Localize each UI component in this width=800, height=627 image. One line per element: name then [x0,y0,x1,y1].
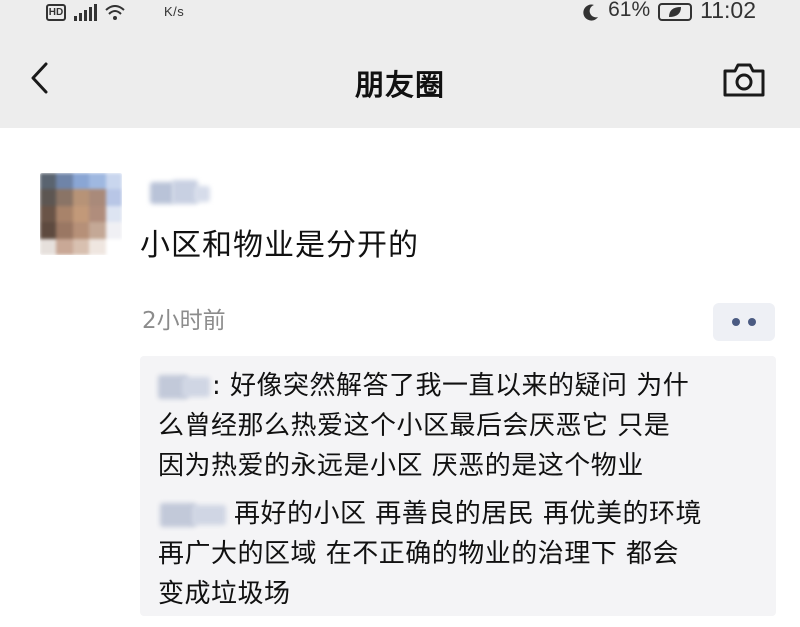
comment-line: 好像突然解答了我一直以来的疑问 为什 [230,371,690,401]
camera-icon[interactable] [722,62,766,98]
blur-block [194,186,210,202]
avatar[interactable] [40,173,122,255]
battery-percent: 61% [608,0,651,21]
blur-block [160,502,196,527]
comment-line: 因为热爱的永远是小区 厌恶的是这个物业 [158,451,644,481]
status-clock: 11:02 [700,0,756,23]
battery-icon [658,3,693,21]
more-dot [748,318,756,326]
comment-separator: : [212,371,231,401]
status-left: HD [46,0,125,21]
comment-line: 变成垃圾场 [158,579,291,609]
do-not-disturb-icon [583,4,599,21]
nav-bar: 朋友圈 [0,24,800,128]
comments-box: : 好像突然解答了我一直以来的疑问 为什 么曾经那么热爱这个小区最后会厌恶它 只… [140,356,776,616]
avatar-pixelated-image [40,173,122,255]
more-actions-button[interactable] [713,303,775,341]
comment-line: 再好的小区 再善良的居民 再优美的环境 [234,499,703,529]
status-right: 61% 11:02 [582,0,756,23]
hd-badge: HD [46,4,66,21]
more-dot [732,318,740,326]
post-time: 2小时前 [142,308,226,334]
wifi-icon [105,5,125,20]
power-saving-leaf-icon [669,7,682,17]
comment-item[interactable]: 再好的小区 再善良的居民 再优美的环境 再广大的区域 在不正确的物业的治理下 都… [158,494,768,614]
network-speed: K/s [164,4,185,19]
comment-item[interactable]: : 好像突然解答了我一直以来的疑问 为什 么曾经那么热爱这个小区最后会厌恶它 只… [158,366,768,486]
post-username-blurred[interactable] [144,178,214,208]
comment-line: 么曾经那么热爱这个小区最后会厌恶它 只是 [158,411,671,441]
comment-line: 再广大的区域 在不正确的物业的治理下 都会 [158,539,680,569]
blur-block [192,504,226,525]
comment-author-blurred[interactable] [158,502,228,527]
page-title: 朋友圈 [354,68,445,102]
status-bar: HD K/s 61% 11:02 [0,0,800,24]
signal-icon [74,4,97,21]
blur-block [150,182,174,204]
comment-author-blurred[interactable] [158,374,212,399]
post-text: 小区和物业是分开的 [140,228,419,263]
blur-block [182,376,210,397]
